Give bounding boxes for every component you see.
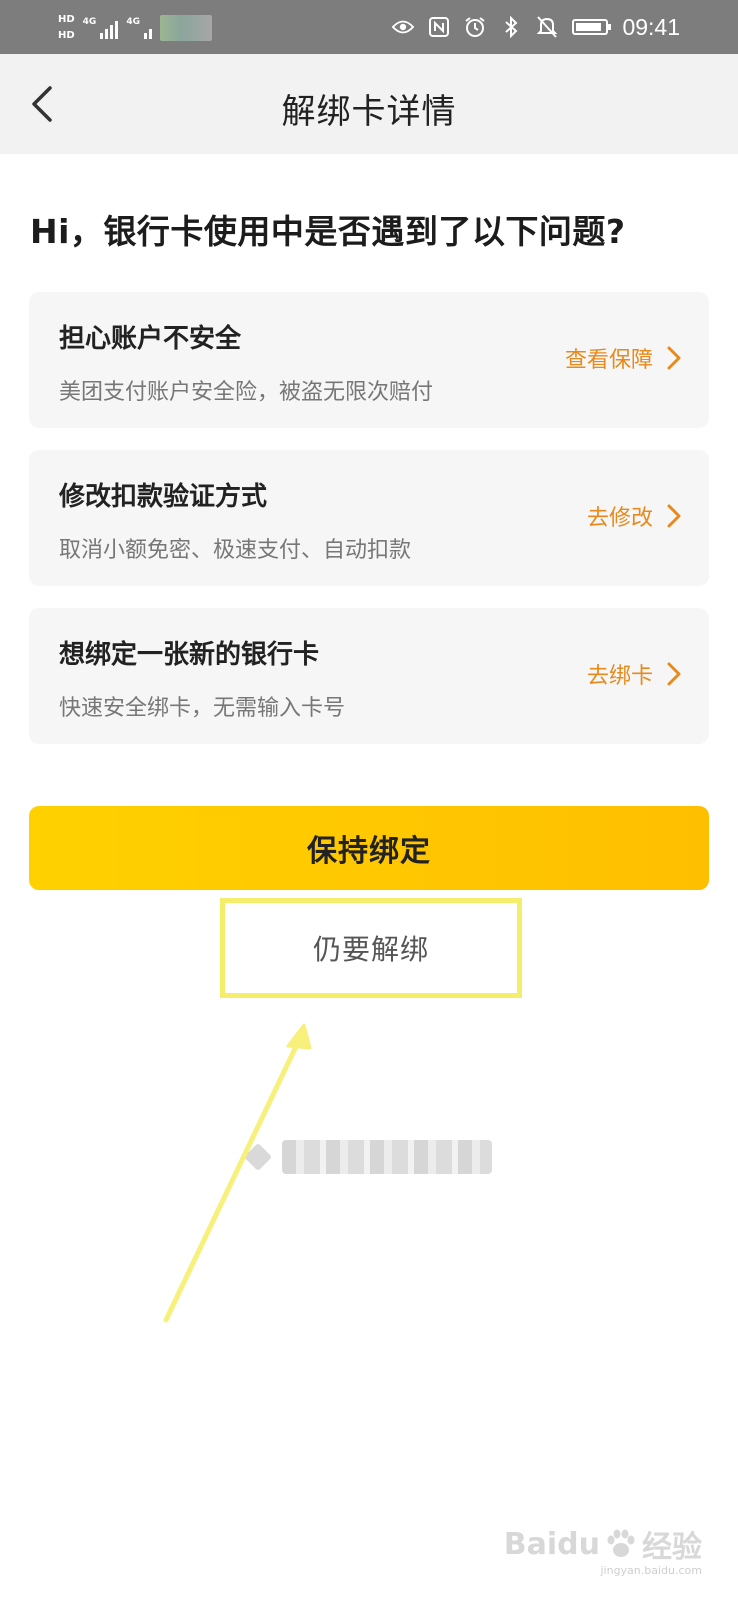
mute-icon [536, 16, 558, 38]
status-right: 09:41 [392, 0, 680, 54]
battery-level [576, 23, 602, 31]
option-card-new-card[interactable]: 想绑定一张新的银行卡 快速安全绑卡，无需输入卡号 去绑卡 [29, 608, 709, 744]
option-action-label: 去修改 [586, 506, 653, 531]
option-subtitle: 快速安全绑卡，无需输入卡号 [59, 696, 346, 721]
bluetooth-icon [500, 16, 522, 38]
nav-header: 解绑卡详情 [0, 54, 738, 154]
option-action-label: 查看保障 [564, 348, 653, 373]
page-title: 解绑卡详情 [281, 92, 457, 132]
watermark-brand: Baidu [503, 1526, 600, 1562]
question-heading: Hi，银行卡使用中是否遇到了以下问题? [30, 212, 626, 251]
option-action-label: 去绑卡 [586, 664, 653, 689]
option-title: 修改扣款验证方式 [59, 482, 268, 512]
signal-1-icon: 4G [83, 17, 119, 39]
blurred-carrier [159, 15, 212, 41]
option-title: 担心账户不安全 [59, 324, 242, 354]
status-left: HD HD 4G 4G [58, 8, 212, 48]
unbind-label: 仍要解绑 [312, 933, 429, 966]
option-action-modify[interactable]: 去修改 [587, 500, 681, 532]
blurred-footer-text [282, 1140, 492, 1174]
security-footer [243, 1140, 492, 1174]
option-title: 想绑定一张新的银行卡 [59, 640, 320, 670]
signal-2-icon: 4G [126, 17, 152, 39]
eye-icon [392, 16, 415, 38]
battery-icon [572, 19, 612, 35]
watermark-label: 经验 [642, 1530, 702, 1565]
keep-binding-button[interactable]: 保持绑定 [29, 806, 709, 890]
keep-binding-label: 保持绑定 [307, 834, 431, 869]
option-card-security[interactable]: 担心账户不安全 美团支付账户安全险，被盗无限次赔付 查看保障 [29, 292, 709, 428]
option-action-view-protection[interactable]: 查看保障 [565, 342, 681, 374]
chevron-right-icon [667, 504, 681, 528]
watermark-url: jingyan.baidu.com [600, 1564, 702, 1577]
clock: 09:41 [622, 13, 680, 40]
option-card-verification[interactable]: 修改扣款验证方式 取消小额免密、极速支付、自动扣款 去修改 [29, 450, 709, 586]
paw-icon [607, 1529, 635, 1557]
hd-top-label: HD [58, 14, 75, 25]
option-action-bind-card[interactable]: 去绑卡 [587, 658, 681, 690]
network-type-2: 4G [126, 17, 140, 27]
shield-icon [243, 1142, 273, 1172]
status-bar: HD HD 4G 4G 09:41 [0, 0, 738, 54]
network-type-1: 4G [82, 17, 97, 27]
chevron-right-icon [667, 346, 681, 370]
hd-indicator: HD HD [58, 14, 75, 42]
highlight-box: 仍要解绑 [220, 898, 522, 998]
chevron-right-icon [667, 662, 681, 686]
hd-bottom-label: HD [58, 30, 75, 41]
option-subtitle: 取消小额免密、极速支付、自动扣款 [59, 538, 412, 563]
nfc-icon [428, 16, 450, 38]
option-subtitle: 美团支付账户安全险，被盗无限次赔付 [59, 380, 434, 405]
alarm-icon [464, 16, 486, 38]
unbind-button[interactable]: 仍要解绑 [225, 903, 517, 993]
watermark: Baidu 经验 jingyan.baidu.com [503, 1522, 702, 1578]
